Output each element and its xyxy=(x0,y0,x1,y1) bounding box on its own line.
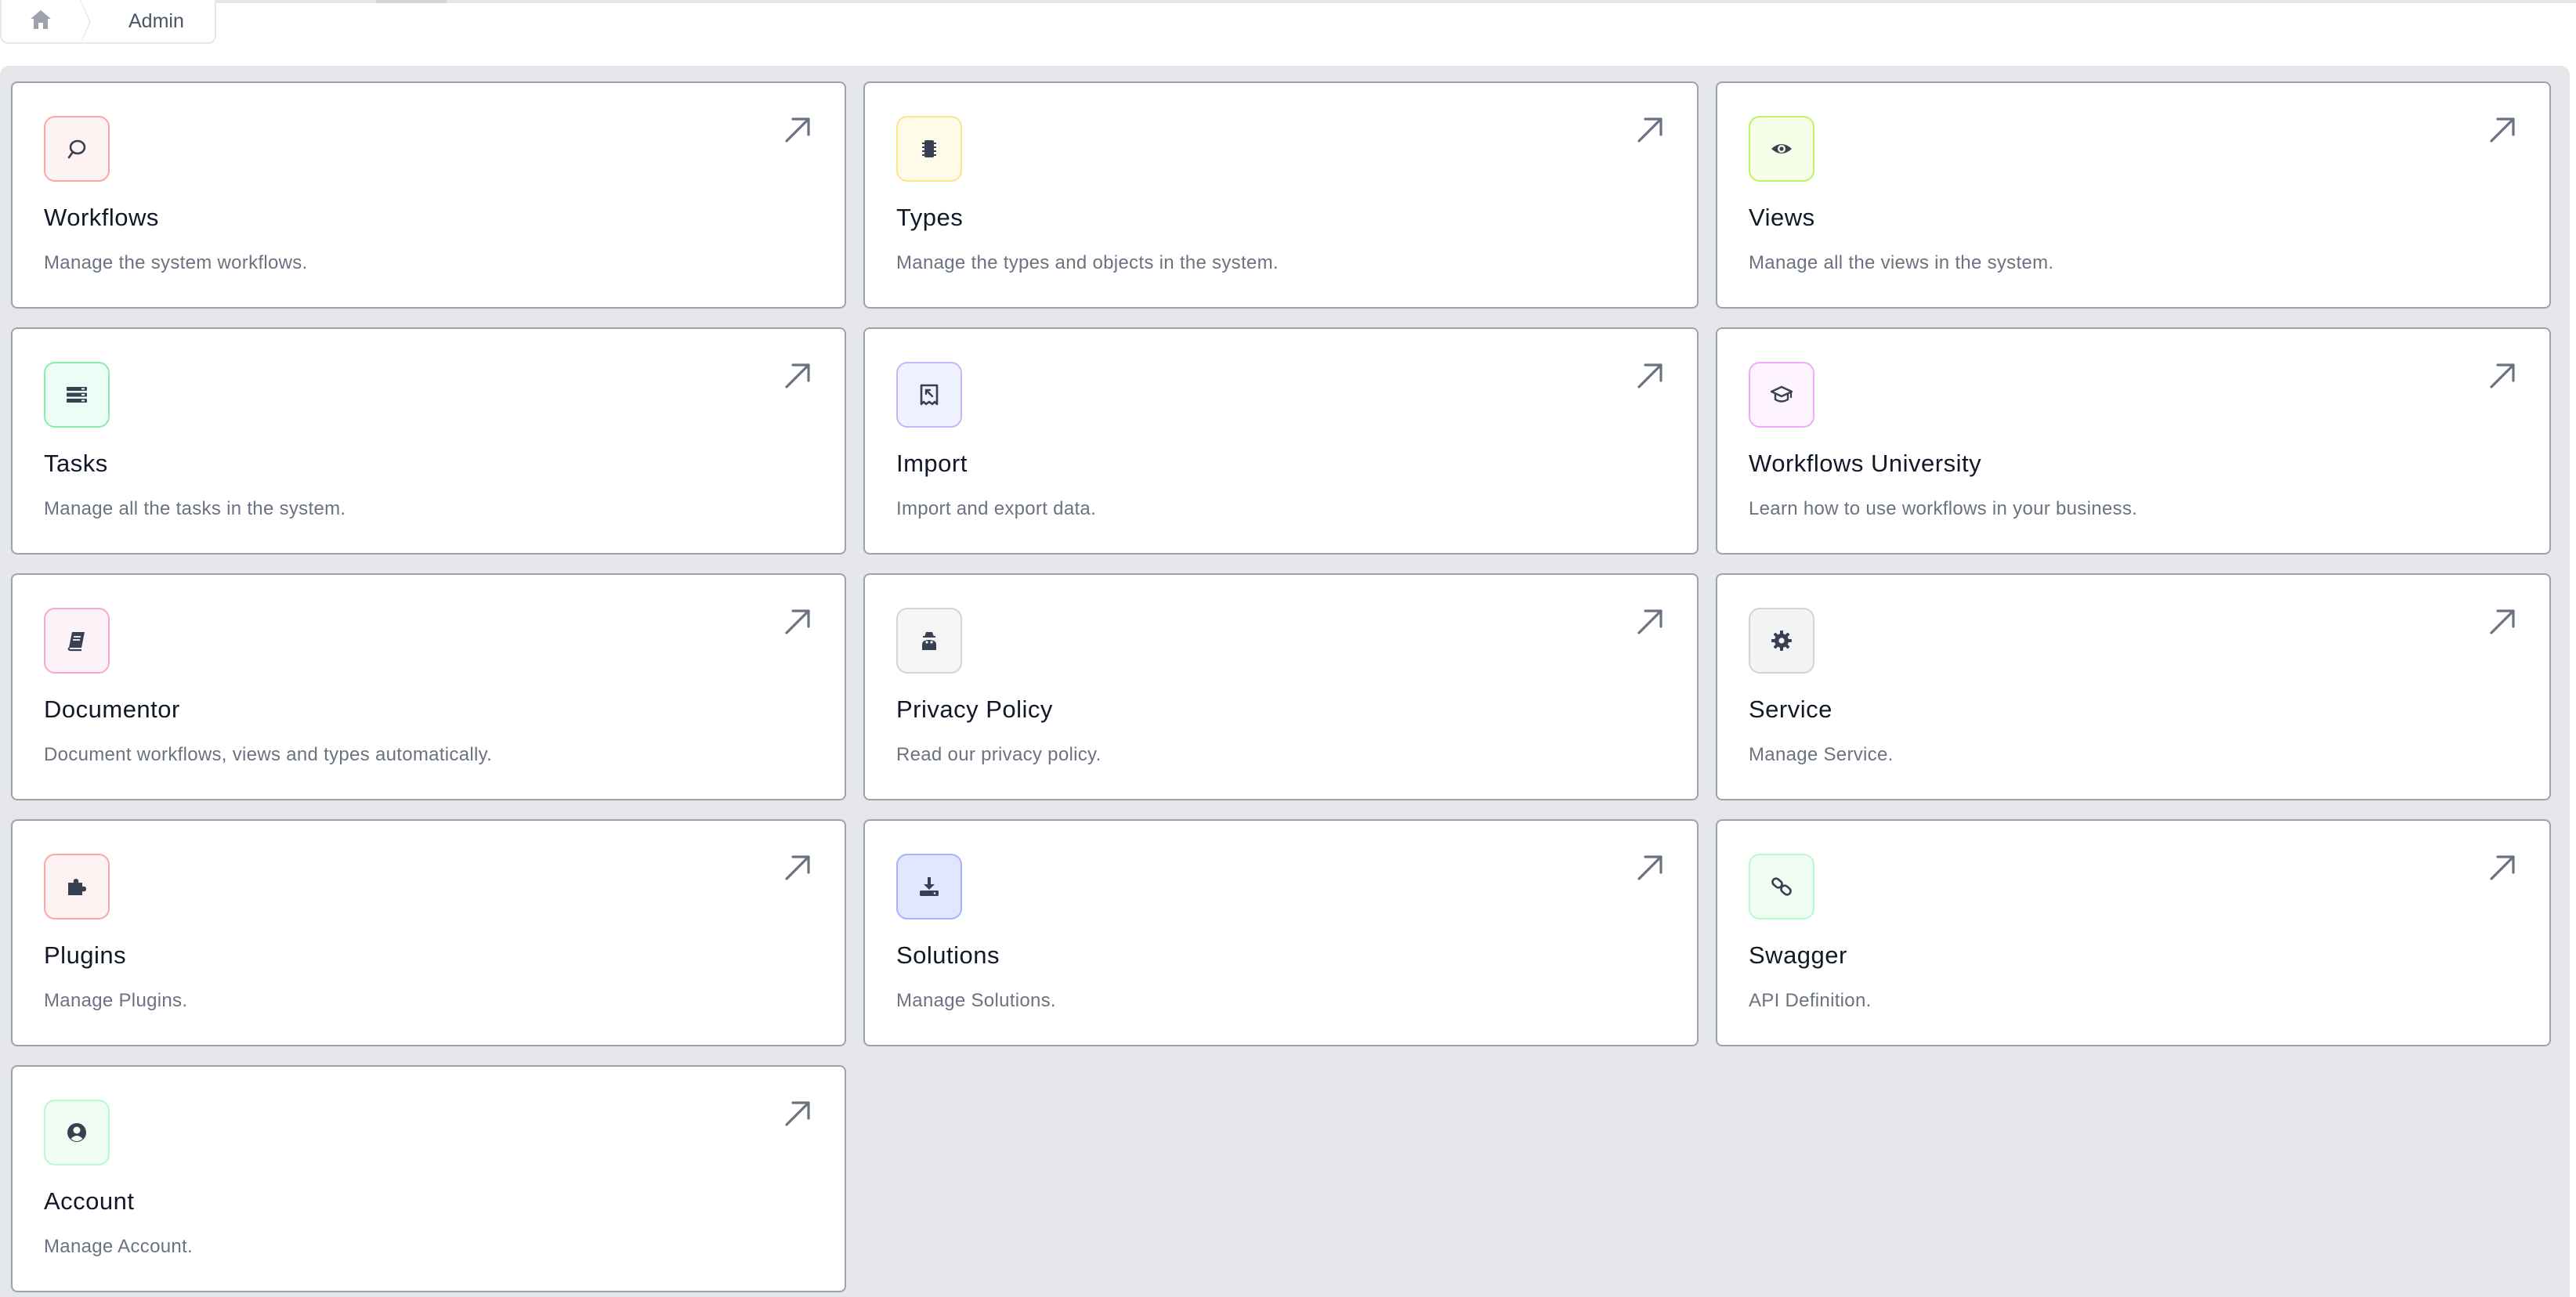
microchip-icon xyxy=(922,140,936,157)
card-title: Workflows University xyxy=(1749,450,1982,477)
open-arrow-icon[interactable] xyxy=(782,114,813,146)
card-workflows[interactable]: Workflows Manage the system workflows. xyxy=(11,81,846,309)
download-tray-icon xyxy=(920,877,939,896)
card-description: Manage Solutions. xyxy=(896,990,1056,1011)
card-tasks[interactable]: Tasks Manage all the tasks in the system… xyxy=(11,327,846,555)
card-icon-box xyxy=(896,362,962,428)
card-title: Solutions xyxy=(896,941,1000,969)
card-swagger[interactable]: Swagger API Definition. xyxy=(1716,819,2551,1046)
user-circle-icon xyxy=(67,1123,86,1142)
card-description: Read our privacy policy. xyxy=(896,744,1102,765)
card-icon-box xyxy=(1749,116,1814,182)
import-receipt-icon xyxy=(920,384,939,406)
card-icon-box xyxy=(44,362,110,428)
server-icon xyxy=(67,387,87,403)
gear-icon xyxy=(1771,630,1792,651)
open-arrow-icon[interactable] xyxy=(2487,852,2518,883)
breadcrumb: Admin xyxy=(0,0,216,45)
card-title: Types xyxy=(896,204,964,231)
card-title: Workflows xyxy=(44,204,159,231)
card-title: Account xyxy=(44,1187,135,1215)
open-arrow-icon[interactable] xyxy=(1634,852,1666,883)
card-description: Learn how to use workflows in your busin… xyxy=(1749,498,2138,519)
card-icon-box xyxy=(44,854,110,919)
card-description: Manage Plugins. xyxy=(44,990,188,1011)
card-icon-box xyxy=(1749,608,1814,674)
card-title: Tasks xyxy=(44,450,108,477)
open-arrow-icon[interactable] xyxy=(782,360,813,392)
user-secret-icon xyxy=(922,632,936,650)
admin-card-grid: Workflows Manage the system workflows. T… xyxy=(11,81,2557,1292)
card-description: Import and export data. xyxy=(896,498,1097,519)
card-plugins[interactable]: Plugins Manage Plugins. xyxy=(11,819,846,1046)
card-description: Manage the system workflows. xyxy=(44,252,308,273)
card-icon-box xyxy=(1749,854,1814,919)
card-icon-box xyxy=(44,1100,110,1165)
card-account[interactable]: Account Manage Account. xyxy=(11,1065,846,1292)
card-workflows-university[interactable]: Workflows University Learn how to use wo… xyxy=(1716,327,2551,555)
workflow-icon xyxy=(67,139,86,159)
card-title: Swagger xyxy=(1749,941,1847,969)
card-title: Import xyxy=(896,450,968,477)
card-views[interactable]: Views Manage all the views in the system… xyxy=(1716,81,2551,309)
open-arrow-icon[interactable] xyxy=(2487,606,2518,638)
open-arrow-icon[interactable] xyxy=(1634,114,1666,146)
card-types[interactable]: Types Manage the types and objects in th… xyxy=(863,81,1699,309)
card-title: Views xyxy=(1749,204,1815,231)
card-description: Manage all the tasks in the system. xyxy=(44,498,346,519)
card-description: Document workflows, views and types auto… xyxy=(44,744,493,765)
open-arrow-icon[interactable] xyxy=(1634,360,1666,392)
card-description: Manage the types and objects in the syst… xyxy=(896,252,1279,273)
open-arrow-icon[interactable] xyxy=(2487,360,2518,392)
card-import[interactable]: Import Import and export data. xyxy=(863,327,1699,555)
graduation-cap-icon xyxy=(1770,385,1793,403)
card-service[interactable]: Service Manage Service. xyxy=(1716,573,2551,800)
open-arrow-icon[interactable] xyxy=(782,852,813,883)
card-description: Manage Service. xyxy=(1749,744,1894,765)
card-description: Manage all the views in the system. xyxy=(1749,252,2054,273)
card-icon-box xyxy=(896,608,962,674)
card-privacy-policy[interactable]: Privacy Policy Read our privacy policy. xyxy=(863,573,1699,800)
open-arrow-icon[interactable] xyxy=(782,1098,813,1129)
breadcrumb-home[interactable] xyxy=(2,0,91,45)
card-description: API Definition. xyxy=(1749,990,1872,1011)
book-icon xyxy=(67,632,85,652)
card-title: Privacy Policy xyxy=(896,695,1053,723)
open-arrow-icon[interactable] xyxy=(2487,114,2518,146)
card-title: Documentor xyxy=(44,695,180,723)
card-title: Plugins xyxy=(44,941,127,969)
open-arrow-icon[interactable] xyxy=(1634,606,1666,638)
card-solutions[interactable]: Solutions Manage Solutions. xyxy=(863,819,1699,1046)
header-accent xyxy=(376,0,447,3)
card-icon-box xyxy=(1749,362,1814,428)
puzzle-icon xyxy=(68,879,86,895)
breadcrumb-current[interactable]: Admin xyxy=(80,10,184,33)
home-icon[interactable] xyxy=(29,9,52,34)
link-icon xyxy=(1771,877,1792,896)
card-icon-box xyxy=(896,854,962,919)
card-title: Service xyxy=(1749,695,1833,723)
card-icon-box xyxy=(44,608,110,674)
open-arrow-icon[interactable] xyxy=(782,606,813,638)
card-description: Manage Account. xyxy=(44,1236,193,1257)
top-header: Admin xyxy=(0,0,2576,66)
card-icon-box xyxy=(896,116,962,182)
card-documentor[interactable]: Documentor Document workflows, views and… xyxy=(11,573,846,800)
card-icon-box xyxy=(44,116,110,182)
eye-icon xyxy=(1771,144,1792,154)
